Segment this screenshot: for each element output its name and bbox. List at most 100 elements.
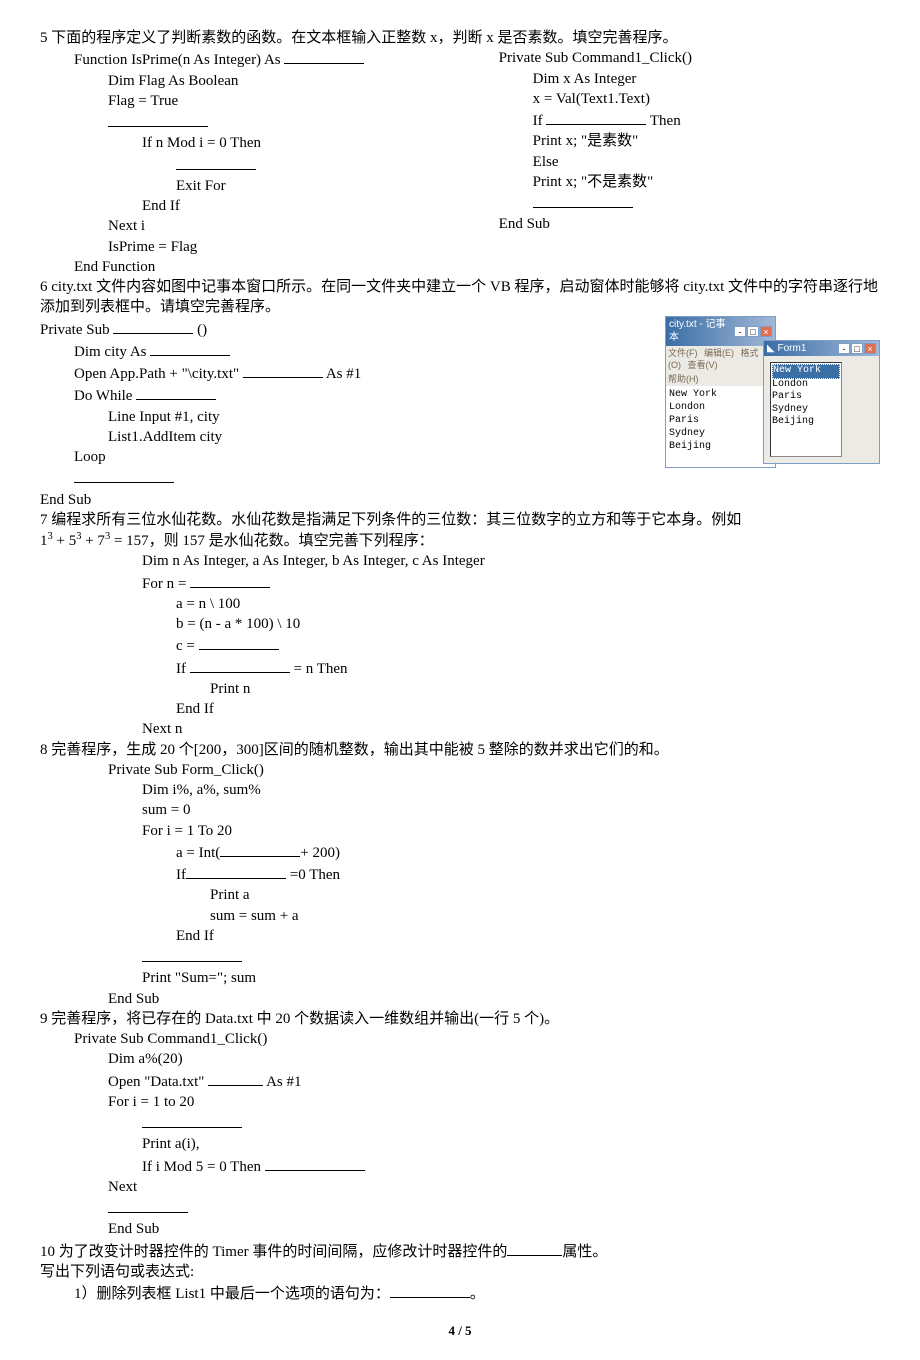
question-8-prompt: 8 完善程序，生成 20 个[200，300]区间的随机整数，输出其中能被 5 … — [40, 740, 880, 760]
code-line: End Sub — [40, 1219, 880, 1239]
code-line: Exit For — [40, 176, 489, 196]
page-number: 4 / 5 — [40, 1322, 880, 1340]
code-line: Dim a%(20) — [40, 1049, 880, 1069]
code-line: x = Val(Text1.Text) — [499, 89, 880, 109]
blank — [208, 1070, 263, 1086]
window-buttons: - □ × — [838, 343, 876, 354]
code-line: a = Int( — [176, 845, 220, 861]
city-line: Sydney — [669, 427, 772, 440]
code-line: If n Mod i = 0 Then — [40, 133, 489, 153]
code-line: + 200) — [300, 845, 340, 861]
vb-form-window: ◣ Form1 - □ × New York London Paris Sydn… — [763, 340, 880, 464]
city-line: Beijing — [669, 440, 772, 453]
question-10-item1: 1）删除列表框 List1 中最后一个选项的语句为：。 — [40, 1282, 880, 1304]
blank — [533, 192, 633, 208]
code-line: () — [193, 322, 207, 338]
code-line: Flag = True — [40, 91, 489, 111]
code-line: Print "Sum="; sum — [40, 968, 880, 988]
code-line: Print x; "是素数" — [499, 131, 880, 151]
blank — [74, 467, 174, 483]
blank — [113, 318, 193, 334]
code-line: Dim n As Integer, a As Integer, b As Int… — [40, 551, 880, 571]
maximize-icon: □ — [747, 326, 759, 337]
code-line: As #1 — [263, 1074, 301, 1090]
code-line: Open App.Path + "\city.txt" — [74, 366, 243, 382]
blank — [176, 154, 256, 170]
list-item: New York — [772, 364, 840, 379]
menu-view: 查看(V) — [688, 360, 718, 370]
question-6-prompt: 6 city.txt 文件内容如图中记事本窗口所示。在同一文件夹中建立一个 VB… — [40, 277, 880, 318]
code-line: If — [533, 113, 547, 129]
blank — [186, 863, 286, 879]
blank — [243, 362, 323, 378]
blank — [265, 1155, 365, 1171]
code-line: =0 Then — [286, 867, 340, 883]
form-titlebar: ◣ Form1 - □ × — [764, 341, 879, 357]
blank — [546, 109, 646, 125]
blank — [108, 111, 208, 127]
city-line: London — [669, 401, 772, 414]
question-10-sub: 写出下列语句或表达式: — [40, 1262, 880, 1282]
blank — [190, 572, 270, 588]
notepad-titlebar: city.txt - 记事本 - □ × — [666, 317, 775, 346]
blank — [390, 1282, 470, 1298]
code-line: For n = — [142, 576, 190, 592]
question-5-prompt: 5 下面的程序定义了判断素数的函数。在文本框输入正整数 x，判断 x 是否素数。… — [40, 28, 880, 48]
code-line: Else — [499, 152, 880, 172]
question-7-prompt: 7 编程求所有三位水仙花数。水仙花数是指满足下列条件的三位数：其三位数字的立方和… — [40, 510, 880, 530]
notepad-body: New York London Paris Sydney Beijing — [666, 386, 775, 467]
question-9-prompt: 9 完善程序，将已存在的 Data.txt 中 20 个数据读入一维数组并输出(… — [40, 1009, 880, 1029]
question-7-code: Dim n As Integer, a As Integer, b As Int… — [40, 551, 880, 739]
code-line: Next n — [40, 719, 880, 739]
code-line: c = — [176, 638, 199, 654]
code-line: End Sub — [499, 214, 880, 234]
code-line: Print a — [40, 885, 880, 905]
blank — [284, 48, 364, 64]
code-line: Private Sub Command1_Click() — [499, 48, 880, 68]
code-line: As #1 — [323, 366, 361, 382]
notepad-menu-2: 帮助(H) — [666, 372, 775, 386]
code-line: For i = 1 To 20 — [40, 821, 880, 841]
question-5-code: Function IsPrime(n As Integer) As Dim Fl… — [40, 48, 880, 277]
code-line: Dim x As Integer — [499, 69, 880, 89]
blank — [142, 1112, 242, 1128]
code-line: For i = 1 to 20 — [40, 1092, 880, 1112]
code-line: IsPrime = Flag — [40, 237, 489, 257]
code-line: Print a(i), — [40, 1134, 880, 1154]
minimize-icon: - — [734, 326, 746, 337]
code-line: Dim city As — [74, 344, 150, 360]
question-8-code: Private Sub Form_Click() Dim i%, a%, sum… — [40, 760, 880, 1009]
code-line: Function IsPrime(n As Integer) As — [74, 52, 284, 68]
code-line: a = n \ 100 — [40, 594, 880, 614]
blank — [108, 1197, 188, 1213]
blank — [150, 340, 230, 356]
code-line: If — [176, 661, 190, 677]
formula: 13 + 53 + 73 = 157 — [40, 533, 149, 549]
code-line: Dim Flag As Boolean — [40, 71, 489, 91]
window-buttons: - □ × — [734, 326, 772, 337]
blank — [220, 841, 300, 857]
question-9-code: Private Sub Command1_Click() Dim a%(20) … — [40, 1029, 880, 1240]
code-line: Next — [40, 1177, 880, 1197]
close-icon: × — [864, 343, 876, 354]
menu-file: 文件(F) — [668, 348, 698, 358]
list-item: London — [772, 379, 840, 392]
code-line: Open "Data.txt" — [108, 1074, 208, 1090]
code-line: Print n — [40, 679, 880, 699]
code-line: Then — [646, 113, 680, 129]
question-10-prompt: 10 为了改变计时器控件的 Timer 事件的时间间隔，应修改计时器控件的属性。 — [40, 1240, 880, 1262]
screenshot-windows: city.txt - 记事本 - □ × 文件(F) 编辑(E) 格式(O) 查… — [665, 316, 880, 476]
listbox: New York London Paris Sydney Beijing — [770, 362, 842, 457]
code-line: Next i — [40, 216, 489, 236]
form-title-text: Form1 — [777, 343, 806, 354]
blank — [190, 657, 290, 673]
menu-edit: 编辑(E) — [704, 348, 734, 358]
code-line: If — [176, 867, 186, 883]
notepad-menu: 文件(F) 编辑(E) 格式(O) 查看(V) — [666, 346, 775, 372]
code-line: End If — [40, 196, 489, 216]
code-line: Private Sub — [40, 322, 113, 338]
notepad-window: city.txt - 记事本 - □ × 文件(F) 编辑(E) 格式(O) 查… — [665, 316, 776, 468]
blank — [199, 634, 279, 650]
code-line: End If — [40, 699, 880, 719]
blank — [142, 946, 242, 962]
